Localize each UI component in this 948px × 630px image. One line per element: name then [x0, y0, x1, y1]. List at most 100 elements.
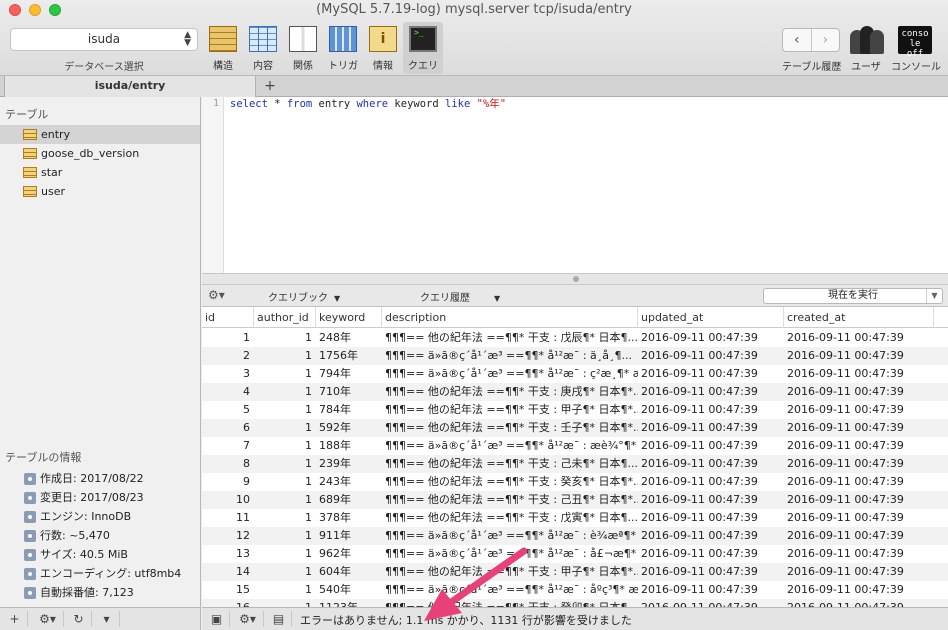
cell-author-id[interactable]: 1 [254, 347, 316, 365]
table-row[interactable]: 2 1 1756年 ¶¶¶== ä»ã®ç´å¹´æ³ ==¶¶* å¹²æ¯ : ä… [202, 347, 948, 365]
column-header-updated-at[interactable]: updated_at [638, 307, 784, 328]
console-icon[interactable]: conso le off [898, 26, 932, 59]
cell-keyword[interactable]: 540年 [316, 581, 382, 599]
add-table-button[interactable]: + [2, 611, 28, 627]
table-row[interactable]: 1 1 248年 ¶¶¶== 他の紀年法 ==¶¶* 干支 : 戊辰¶* 日本¶...… [202, 329, 948, 347]
cell-description[interactable]: ¶¶¶== 他の紀年法 ==¶¶* 干支 : 甲子¶* 日本¶*... [382, 401, 638, 419]
cell-description[interactable]: ¶¶¶== 他の紀年法 ==¶¶* 干支 : 癸亥¶* 日本¶*... [382, 473, 638, 491]
cell-keyword[interactable]: 604年 [316, 563, 382, 581]
cell-keyword[interactable]: 239年 [316, 455, 382, 473]
toggle-info-icon[interactable]: ▾ [94, 611, 120, 627]
cell-id[interactable]: 9 [202, 473, 254, 491]
table-row[interactable]: 3 1 794年 ¶¶¶== ä»ã®ç´å¹´æ³ ==¶¶* å¹²æ¯ : ç²… [202, 365, 948, 383]
cell-created-at[interactable]: 2016-09-11 00:47:39 [784, 401, 934, 419]
table-row[interactable]: 14 1 604年 ¶¶¶== 他の紀年法 ==¶¶* 干支 : 甲子¶* 日本¶*.… [202, 563, 948, 581]
cell-created-at[interactable]: 2016-09-11 00:47:39 [784, 365, 934, 383]
columns-icon[interactable]: ▤ [266, 611, 292, 627]
table-row[interactable]: 13 1 962年 ¶¶¶== ä»ã®ç´å¹´æ³ ==¶¶* å¹²æ¯ : å… [202, 545, 948, 563]
cell-updated-at[interactable]: 2016-09-11 00:47:39 [638, 599, 784, 607]
split-handle[interactable] [202, 273, 948, 285]
gear-icon[interactable]: ⚙▾ [32, 611, 64, 627]
cell-description[interactable]: ¶¶¶== 他の紀年法 ==¶¶* 干支 : 己丑¶* 日本¶*... [382, 491, 638, 509]
cell-id[interactable]: 4 [202, 383, 254, 401]
cell-keyword[interactable]: 784年 [316, 401, 382, 419]
cell-author-id[interactable]: 1 [254, 329, 316, 347]
cell-id[interactable]: 14 [202, 563, 254, 581]
column-header-keyword[interactable]: keyword [316, 307, 382, 328]
users-icon[interactable] [848, 24, 884, 54]
table-row[interactable]: 11 1 378年 ¶¶¶== 他の紀年法 ==¶¶* 干支 : 戊寅¶* 日本¶..… [202, 509, 948, 527]
cell-description[interactable]: ¶¶¶== ä»ã®ç´å¹´æ³ ==¶¶* å¹²æ¯ : ä¸å¸¶... [382, 347, 638, 365]
table-row[interactable]: 15 1 540年 ¶¶¶== ä»ã®ç´å¹´æ³ ==¶¶* å¹²æ¯ : å… [202, 581, 948, 599]
cell-author-id[interactable]: 1 [254, 545, 316, 563]
table-row[interactable]: 1611123年¶¶¶== 他の紀年法 ==¶¶* 干支 : 癸卯¶* 日本¶.… [202, 599, 948, 607]
cell-author-id[interactable]: 1 [254, 419, 316, 437]
cell-updated-at[interactable]: 2016-09-11 00:47:39 [638, 419, 784, 437]
refresh-icon[interactable]: ↻ [66, 611, 92, 627]
query-text[interactable]: select * from entry where keyword like "… [230, 97, 506, 111]
cell-keyword[interactable]: 911年 [316, 527, 382, 545]
cell-id[interactable]: 13 [202, 545, 254, 563]
cell-description[interactable]: ¶¶¶== 他の紀年法 ==¶¶* 干支 : 戊辰¶* 日本¶... [382, 329, 638, 347]
cell-author-id[interactable]: 1 [254, 455, 316, 473]
cell-description[interactable]: ¶¶¶== ä»ã®ç´å¹´æ³ ==¶¶* å¹²æ¯ : æè¾°¶* æ… [382, 437, 638, 455]
query-favorites-dropdown[interactable]: クエリブック ▼ [268, 289, 340, 304]
sidebar-item-goose-db-version[interactable]: goose_db_version [0, 144, 200, 163]
content-button[interactable]: 内容 [243, 26, 283, 74]
database-select[interactable]: isuda ▲ ▼ [10, 28, 198, 51]
cell-id[interactable]: 10 [202, 491, 254, 509]
forward-icon[interactable]: › [810, 29, 840, 51]
cell-keyword[interactable]: 243年 [316, 473, 382, 491]
gear-icon[interactable]: ⚙▾ [208, 288, 225, 302]
cell-updated-at[interactable]: 2016-09-11 00:47:39 [638, 401, 784, 419]
cell-created-at[interactable]: 2016-09-11 00:47:39 [784, 491, 934, 509]
query-editor[interactable]: 1 select * from entry where keyword like… [202, 97, 948, 273]
triggers-button[interactable]: トリガ [323, 26, 363, 74]
cell-created-at[interactable]: 2016-09-11 00:47:39 [784, 419, 934, 437]
cell-keyword[interactable]: 1756年 [316, 347, 382, 365]
query-history-dropdown[interactable]: クエリ履歴 ▼ [420, 289, 500, 304]
structure-button[interactable]: 構造 [203, 26, 243, 74]
back-icon[interactable]: ‹ [783, 29, 811, 51]
cell-created-at[interactable]: 2016-09-11 00:47:39 [784, 509, 934, 527]
cell-updated-at[interactable]: 2016-09-11 00:47:39 [638, 455, 784, 473]
cell-updated-at[interactable]: 2016-09-11 00:47:39 [638, 527, 784, 545]
cell-keyword[interactable]: 794年 [316, 365, 382, 383]
cell-created-at[interactable]: 2016-09-11 00:47:39 [784, 545, 934, 563]
cell-created-at[interactable]: 2016-09-11 00:47:39 [784, 383, 934, 401]
cell-updated-at[interactable]: 2016-09-11 00:47:39 [638, 437, 784, 455]
cell-updated-at[interactable]: 2016-09-11 00:47:39 [638, 581, 784, 599]
table-row[interactable]: 6 1 592年 ¶¶¶== 他の紀年法 ==¶¶* 干支 : 壬子¶* 日本¶*..… [202, 419, 948, 437]
cell-keyword[interactable]: 248年 [316, 329, 382, 347]
column-header-description[interactable]: description [382, 307, 638, 328]
cell-author-id[interactable]: 1 [254, 491, 316, 509]
relations-button[interactable]: 関係 [283, 26, 323, 74]
cell-id[interactable]: 6 [202, 419, 254, 437]
cell-updated-at[interactable]: 2016-09-11 00:47:39 [638, 509, 784, 527]
cell-author-id[interactable]: 1 [254, 383, 316, 401]
cell-author-id[interactable]: 1 [254, 437, 316, 455]
cell-updated-at[interactable]: 2016-09-11 00:47:39 [638, 383, 784, 401]
cell-created-at[interactable]: 2016-09-11 00:47:39 [784, 473, 934, 491]
gear-icon[interactable]: ⚙▾ [232, 611, 264, 627]
table-row[interactable]: 12 1 911年 ¶¶¶== ä»ã®ç´å¹´æ³ ==¶¶* å¹²æ¯ : è… [202, 527, 948, 545]
table-row[interactable]: 10 1 689年 ¶¶¶== 他の紀年法 ==¶¶* 干支 : 己丑¶* 日本¶*.… [202, 491, 948, 509]
cell-created-at[interactable]: 2016-09-11 00:47:39 [784, 527, 934, 545]
cell-description[interactable]: ¶¶¶== ä»ã®ç´å¹´æ³ ==¶¶* å¹²æ¯ : è¾æª¶* æ… [382, 527, 638, 545]
cell-updated-at[interactable]: 2016-09-11 00:47:39 [638, 563, 784, 581]
cell-id[interactable]: 12 [202, 527, 254, 545]
cell-author-id[interactable]: 1 [254, 563, 316, 581]
cell-updated-at[interactable]: 2016-09-11 00:47:39 [638, 545, 784, 563]
cell-description[interactable]: ¶¶¶== 他の紀年法 ==¶¶* 干支 : 庚戌¶* 日本¶*... [382, 383, 638, 401]
tab-isuda-entry[interactable]: isuda/entry [4, 76, 256, 97]
cell-author-id[interactable]: 1 [254, 401, 316, 419]
cell-author-id[interactable]: 1 [254, 599, 316, 607]
cell-id[interactable]: 11 [202, 509, 254, 527]
cell-created-at[interactable]: 2016-09-11 00:47:39 [784, 455, 934, 473]
cell-created-at[interactable]: 2016-09-11 00:47:39 [784, 581, 934, 599]
cell-created-at[interactable]: 2016-09-11 00:47:39 [784, 329, 934, 347]
cell-author-id[interactable]: 1 [254, 581, 316, 599]
cell-updated-at[interactable]: 2016-09-11 00:47:39 [638, 473, 784, 491]
cell-keyword[interactable]: 378年 [316, 509, 382, 527]
sidebar-item-user[interactable]: user [0, 182, 200, 201]
